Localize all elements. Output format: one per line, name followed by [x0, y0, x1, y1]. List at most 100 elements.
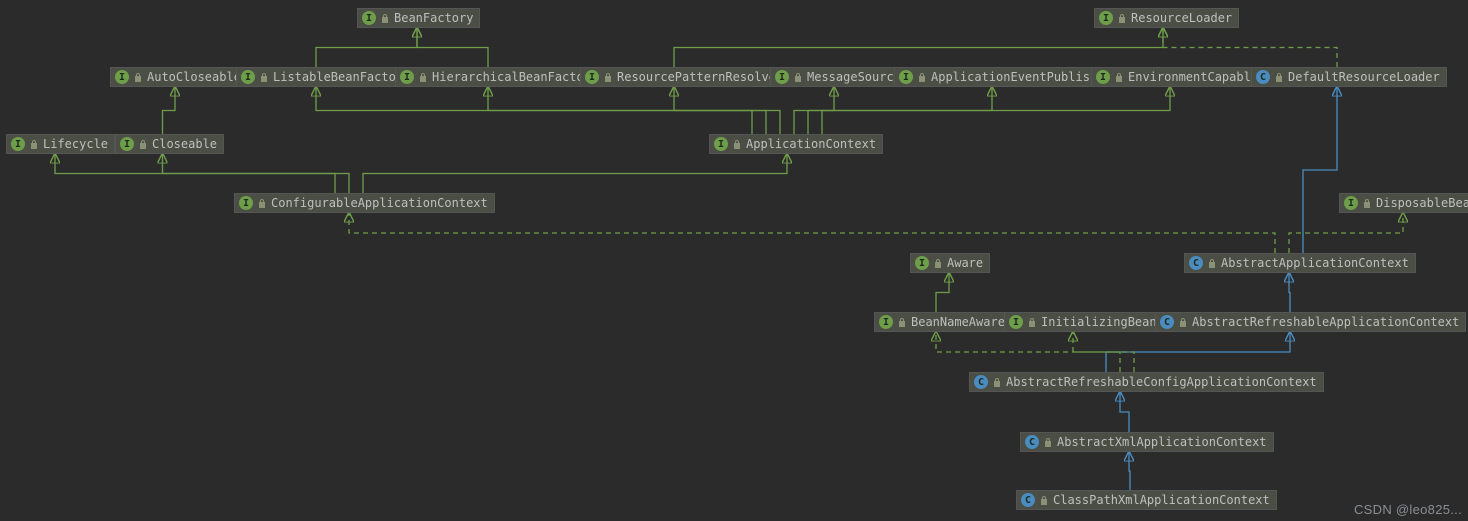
- node-ClassPathXmlApplicationContext[interactable]: CClassPathXmlApplicationContext: [1016, 490, 1277, 510]
- node-BeanFactory[interactable]: IBeanFactory: [357, 8, 480, 28]
- edge-ConfigurableApplicationContext-Closeable: [163, 154, 350, 193]
- node-ConfigurableApplicationContext[interactable]: I ConfigurableApplicationContext: [234, 193, 495, 213]
- interface-icon: I: [1096, 70, 1110, 84]
- node-DisposableBean[interactable]: IDisposableBean: [1339, 193, 1468, 213]
- edge-ResourcePatternResolver-ResourceLoader: [674, 28, 1163, 67]
- node-label: DefaultResourceLoader: [1288, 70, 1440, 84]
- class-icon: C: [974, 375, 988, 389]
- node-label: ApplicationContext: [746, 137, 876, 151]
- node-AbstractRefreshableApplicationContext[interactable]: CAbstractRefreshableApplicationContext: [1155, 312, 1466, 332]
- node-EnvironmentCapable[interactable]: I EnvironmentCapable: [1091, 67, 1265, 87]
- diagram-canvas: CSDN @leo825... IBeanFactory I ResourceLoa…: [0, 0, 1468, 521]
- node-Lifecycle[interactable]: I Lifecycle: [6, 134, 115, 154]
- node-label: AbstractRefreshableApplicationContext: [1192, 315, 1459, 329]
- edge-ApplicationContext-ListableBeanFactory: [316, 87, 752, 134]
- interface-icon: I: [879, 315, 893, 329]
- lock-icon: [30, 140, 38, 149]
- lock-icon: [258, 199, 266, 208]
- edge-ConfigurableApplicationContext-Lifecycle: [55, 154, 335, 193]
- edge-BeanNameAware-Aware: [936, 273, 949, 312]
- node-label: AbstractApplicationContext: [1221, 256, 1409, 270]
- interface-icon: I: [1009, 315, 1023, 329]
- node-label: Lifecycle: [43, 137, 108, 151]
- node-Aware[interactable]: I Aware: [910, 253, 990, 273]
- edge-AbstractXmlApplicationContext-AbstractRefreshableConfigApplicationContext: [1120, 392, 1129, 432]
- lock-icon: [1363, 199, 1371, 208]
- edge-AbstractRefreshableConfigApplicationContext-AbstractRefreshableApplicationContext: [1106, 332, 1290, 372]
- edge-ApplicationContext-ResourcePatternResolver: [674, 87, 780, 134]
- node-Closeable[interactable]: I Closeable: [115, 134, 224, 154]
- edge-AbstractRefreshableConfigApplicationContext-BeanNameAware: [936, 332, 1120, 372]
- lock-icon: [898, 318, 906, 327]
- lock-icon: [794, 73, 802, 82]
- lock-icon: [1028, 318, 1036, 327]
- lock-icon: [134, 73, 142, 82]
- node-MessageSource[interactable]: IMessageSource: [770, 67, 908, 87]
- edge-AbstractRefreshableApplicationContext-AbstractApplicationContext: [1289, 273, 1290, 312]
- node-label: AbstractXmlApplicationContext: [1057, 435, 1267, 449]
- interface-icon: I: [899, 70, 913, 84]
- node-HierarchicalBeanFactory[interactable]: IHierarchicalBeanFactory: [395, 67, 605, 87]
- node-AbstractApplicationContext[interactable]: C AbstractApplicationContext: [1184, 253, 1416, 273]
- edge-ApplicationContext-HierarchicalBeanFactory: [488, 87, 766, 134]
- interface-icon: I: [714, 137, 728, 151]
- lock-icon: [1040, 496, 1048, 505]
- lock-icon: [993, 378, 1001, 387]
- edge-ApplicationContext-MessageSource: [794, 87, 834, 134]
- node-label: AutoCloseable: [147, 70, 241, 84]
- class-icon: C: [1256, 70, 1270, 84]
- edge-Closeable-AutoCloseable: [163, 87, 176, 134]
- node-label: MessageSource: [807, 70, 901, 84]
- interface-icon: I: [1344, 196, 1358, 210]
- interface-icon: I: [11, 137, 25, 151]
- lock-icon: [733, 140, 741, 149]
- node-label: ConfigurableApplicationContext: [271, 196, 488, 210]
- class-icon: C: [1025, 435, 1039, 449]
- node-BeanNameAware[interactable]: I BeanNameAware: [874, 312, 1012, 332]
- node-AutoCloseable[interactable]: IAutoCloseable: [110, 67, 248, 87]
- node-label: EnvironmentCapable: [1128, 70, 1258, 84]
- lock-icon: [139, 140, 147, 149]
- lock-icon: [1044, 438, 1052, 447]
- lock-icon: [604, 73, 612, 82]
- watermark: CSDN @leo825...: [1354, 502, 1462, 517]
- edge-ApplicationContext-ApplicationEventPublisher: [808, 87, 992, 134]
- node-AbstractRefreshableConfigApplicationContext[interactable]: C AbstractRefreshableConfigApplicationCon…: [969, 372, 1324, 392]
- node-label: Aware: [947, 256, 983, 270]
- interface-icon: I: [585, 70, 599, 84]
- node-AbstractXmlApplicationContext[interactable]: C AbstractXmlApplicationContext: [1020, 432, 1274, 452]
- lock-icon: [1208, 259, 1216, 268]
- lock-icon: [381, 14, 389, 23]
- lock-icon: [1179, 318, 1187, 327]
- edge-HierarchicalBeanFactory-BeanFactory: [417, 28, 488, 67]
- lock-icon: [918, 73, 926, 82]
- node-label: ResourcePatternResolver: [617, 70, 783, 84]
- interface-icon: I: [915, 256, 929, 270]
- node-ListableBeanFactory[interactable]: IListableBeanFactory: [236, 67, 417, 87]
- interface-icon: I: [239, 196, 253, 210]
- node-ApplicationEventPublisher[interactable]: IApplicationEventPublisher: [894, 67, 1119, 87]
- lock-icon: [419, 73, 427, 82]
- node-ResourceLoader[interactable]: I ResourceLoader: [1094, 8, 1239, 28]
- class-icon: C: [1189, 256, 1203, 270]
- class-icon: C: [1021, 493, 1035, 507]
- interface-icon: I: [400, 70, 414, 84]
- lock-icon: [934, 259, 942, 268]
- node-DefaultResourceLoader[interactable]: C DefaultResourceLoader: [1251, 67, 1447, 87]
- lock-icon: [1115, 73, 1123, 82]
- edge-AbstractApplicationContext-DisposableBean: [1289, 213, 1403, 253]
- node-ResourcePatternResolver[interactable]: I ResourcePatternResolver: [580, 67, 790, 87]
- node-label: BeanNameAware: [911, 315, 1005, 329]
- node-label: AbstractRefreshableConfigApplicationCont…: [1006, 375, 1317, 389]
- interface-icon: I: [1099, 11, 1113, 25]
- node-label: ResourceLoader: [1131, 11, 1232, 25]
- interface-icon: I: [120, 137, 134, 151]
- node-label: InitializingBean: [1041, 315, 1157, 329]
- edge-AbstractApplicationContext-ConfigurableApplicationContext: [349, 213, 1275, 253]
- node-ApplicationContext[interactable]: I ApplicationContext: [709, 134, 883, 154]
- node-label: Closeable: [152, 137, 217, 151]
- node-InitializingBean[interactable]: I InitializingBean: [1004, 312, 1164, 332]
- edge-ListableBeanFactory-BeanFactory: [316, 28, 417, 67]
- edge-DefaultResourceLoader-ResourceLoader: [1163, 28, 1337, 67]
- node-label: ListableBeanFactory: [273, 70, 410, 84]
